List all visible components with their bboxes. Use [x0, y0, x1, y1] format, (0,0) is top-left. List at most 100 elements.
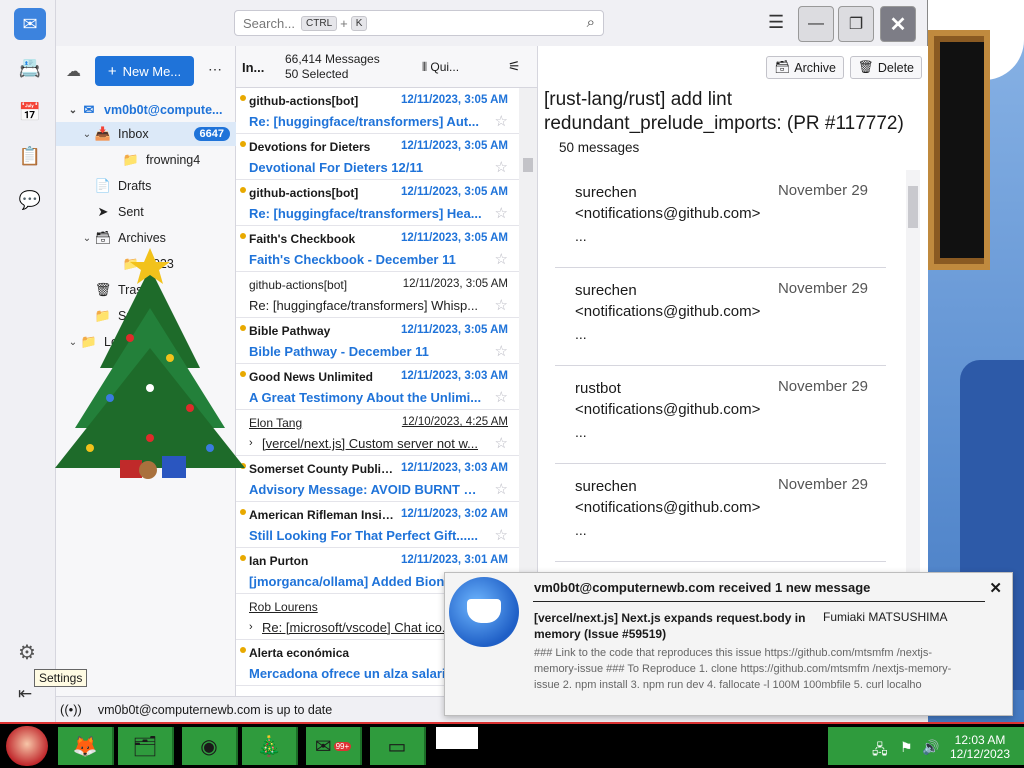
taskbar-tree-icon[interactable]: 🎄 — [242, 727, 298, 765]
message-subject: Re: [huggingface/transformers] Hea... — [249, 206, 482, 221]
star-icon[interactable]: ☆ — [495, 158, 508, 176]
message-row[interactable]: github-actions[bot] 12/11/2023, 3:05 AM Re… — [236, 272, 520, 318]
message-sender: Devotions for Dieters — [249, 140, 371, 154]
card-date: November 29 — [777, 280, 868, 297]
chat-icon[interactable]: 💬 — [14, 184, 46, 216]
star-icon[interactable]: ☆ — [495, 388, 508, 406]
folder-item-5[interactable]: ⌄ 🗃 Archives — [56, 226, 236, 250]
folder-pane-options-icon[interactable]: ⋯ — [208, 61, 222, 78]
folder-item-0[interactable]: ⌄ ✉ vm0b0t@compute... — [56, 98, 236, 122]
folder-item-3[interactable]: 📄 Drafts — [56, 174, 236, 198]
scrollbar-thumb[interactable] — [523, 158, 533, 172]
list-display-options-icon[interactable]: ⚟ — [508, 58, 521, 75]
taskbar-clock[interactable]: 12:03 AM 12/12/2023 — [942, 733, 1018, 761]
search-icon[interactable]: ⌕ — [587, 14, 595, 31]
star-icon[interactable]: ☆ — [495, 112, 508, 130]
close-button[interactable]: ✕ — [880, 6, 916, 42]
thread-message-card[interactable]: surechen <notifications@github.com> Novemb… — [555, 464, 886, 562]
star-icon[interactable]: ☆ — [495, 204, 508, 222]
global-search-input[interactable]: Search... CTRL + K ⌕ — [234, 10, 604, 36]
taskbar-firefox-icon[interactable]: 🦊 — [58, 727, 114, 765]
unread-dot-icon — [240, 555, 246, 561]
message-row[interactable]: Faith's Checkbook 12/11/2023, 3:05 AM Fait… — [236, 226, 520, 272]
message-row[interactable]: American Rifleman Insid... 12/11/2023, 3:… — [236, 502, 520, 548]
spaces-toolbar: ✉ 📇 📅 📋 💬 ⚙ Settings ⇤ — [0, 0, 88, 722]
card-snippet: ... — [575, 424, 587, 440]
notification-body: ### Link to the code that reproduces thi… — [534, 647, 952, 691]
taskbar-blank-window[interactable] — [436, 727, 478, 749]
message-sender: American Rifleman Insid... — [249, 508, 399, 522]
collapse-spaces-icon[interactable]: ⇤ — [18, 684, 32, 704]
network-icon[interactable]: 🖧 — [872, 739, 888, 763]
desktop-picture-frame — [928, 30, 990, 270]
delete-button[interactable]: 🗑 Delete — [849, 56, 922, 79]
folder-item-4[interactable]: ➤ Sent — [56, 200, 236, 224]
message-sender: Rob Lourens — [249, 600, 318, 614]
folder-twisty-icon[interactable]: ⌄ — [66, 105, 80, 116]
get-messages-icon[interactable]: ☁ — [66, 62, 81, 80]
mail-space-icon[interactable]: ✉ — [14, 8, 46, 40]
settings-gear-icon[interactable]: ⚙ — [18, 640, 36, 665]
message-date: 12/11/2023, 3:02 AM — [401, 508, 508, 520]
folder-twisty-icon[interactable]: ⌄ — [80, 129, 94, 140]
folder-label: vm0b0t@compute... — [104, 103, 223, 117]
folder-label: Sent — [118, 205, 144, 219]
folder-item-1[interactable]: ⌄ 📥 Inbox 6647 — [56, 122, 236, 146]
card-sender-email: <notifications@github.com> — [575, 303, 761, 320]
card-sender-name: surechen — [575, 184, 637, 201]
new-mail-notification[interactable]: vm0b0t@computernewb.com received 1 new m… — [444, 572, 1013, 716]
taskbar-terminal-icon[interactable]: ▭ — [370, 727, 426, 765]
maximize-button[interactable]: ❐ — [838, 6, 874, 42]
star-icon[interactable]: ☆ — [495, 526, 508, 544]
quick-filter-button[interactable]: ⫴ Qui... — [422, 60, 459, 75]
taskbar-file-explorer-icon[interactable]: 🗂 — [118, 727, 174, 765]
star-icon[interactable]: ☆ — [495, 480, 508, 498]
folder-label: Inbox — [118, 127, 149, 141]
folder-label: frowning4 — [146, 153, 201, 167]
message-row[interactable]: › Elon Tang 12/10/2023, 4:25 AM [vercel/nex… — [236, 410, 520, 456]
folder-item-2[interactable]: 📁 frowning4 — [56, 148, 236, 172]
message-row[interactable]: Devotions for Dieters 12/11/2023, 3:05 AM… — [236, 134, 520, 180]
message-row[interactable]: Good News Unlimited 12/11/2023, 3:03 AM A … — [236, 364, 520, 410]
folder-twisty-icon[interactable]: ⌄ — [80, 233, 94, 244]
message-list-header: In... 66,414 Messages 50 Selected ⫴ Qui.… — [236, 46, 537, 88]
new-message-label: New Me... — [122, 63, 182, 79]
desktop-picture-frame-inner — [940, 42, 984, 258]
thread-message-card[interactable]: surechen <notifications@github.com> Novemb… — [555, 268, 886, 366]
star-icon[interactable]: ☆ — [495, 342, 508, 360]
title-bar: Search... CTRL + K ⌕ ☰ — ❐ ✕ — [56, 0, 927, 46]
message-sender: Ian Purton — [249, 554, 309, 568]
message-date: 12/11/2023, 3:05 AM — [401, 94, 508, 106]
archive-button[interactable]: 🗃 Archive — [766, 56, 844, 79]
star-icon[interactable]: ☆ — [495, 296, 508, 314]
reading-pane-scrollbar-thumb[interactable] — [908, 186, 918, 228]
notification-close-icon[interactable]: ✕ — [989, 579, 1002, 597]
tasks-icon[interactable]: 📋 — [14, 140, 46, 172]
thread-message-card[interactable]: surechen <notifications@github.com> Novemb… — [555, 170, 886, 268]
message-sender: github-actions[bot] — [249, 278, 348, 292]
taskbar-thunderbird-icon[interactable]: ✉ 99+ — [306, 727, 362, 765]
thread-message-card[interactable]: rustbot <notifications@github.com> Novembe… — [555, 366, 886, 464]
new-message-button[interactable]: + New Me... — [95, 56, 194, 86]
message-row[interactable]: Somerset County Public ... 12/11/2023, 3:… — [236, 456, 520, 502]
taskbar-chrome-icon[interactable]: ◉ — [182, 727, 238, 765]
shortcut-ctrl-key: CTRL — [301, 15, 338, 31]
minimize-button[interactable]: — — [798, 6, 834, 42]
flag-icon[interactable]: ⚑ — [900, 739, 913, 756]
trash-icon: 🗑 — [857, 60, 874, 74]
start-button-icon[interactable] — [6, 726, 48, 766]
message-row[interactable]: github-actions[bot] 12/11/2023, 3:05 AM Re… — [236, 180, 520, 226]
thread-twisty-icon[interactable]: › — [249, 621, 253, 633]
app-menu-icon[interactable]: ☰ — [768, 12, 784, 33]
unread-dot-icon — [240, 509, 246, 515]
star-icon[interactable]: ☆ — [495, 434, 508, 452]
message-row[interactable]: Bible Pathway 12/11/2023, 3:05 AM Bible Pa… — [236, 318, 520, 364]
volume-icon[interactable]: 🔊 — [922, 739, 939, 756]
star-icon[interactable]: ☆ — [495, 250, 508, 268]
folder-icon: 📁 — [122, 152, 140, 167]
message-sender: Faith's Checkbook — [249, 232, 356, 246]
message-row[interactable]: github-actions[bot] 12/11/2023, 3:05 AM Re… — [236, 88, 520, 134]
calendar-icon[interactable]: 📅 — [14, 96, 46, 128]
address-book-icon[interactable]: 📇 — [14, 52, 46, 84]
notification-subject: [vercel/next.js] Next.js expands request… — [534, 611, 806, 641]
